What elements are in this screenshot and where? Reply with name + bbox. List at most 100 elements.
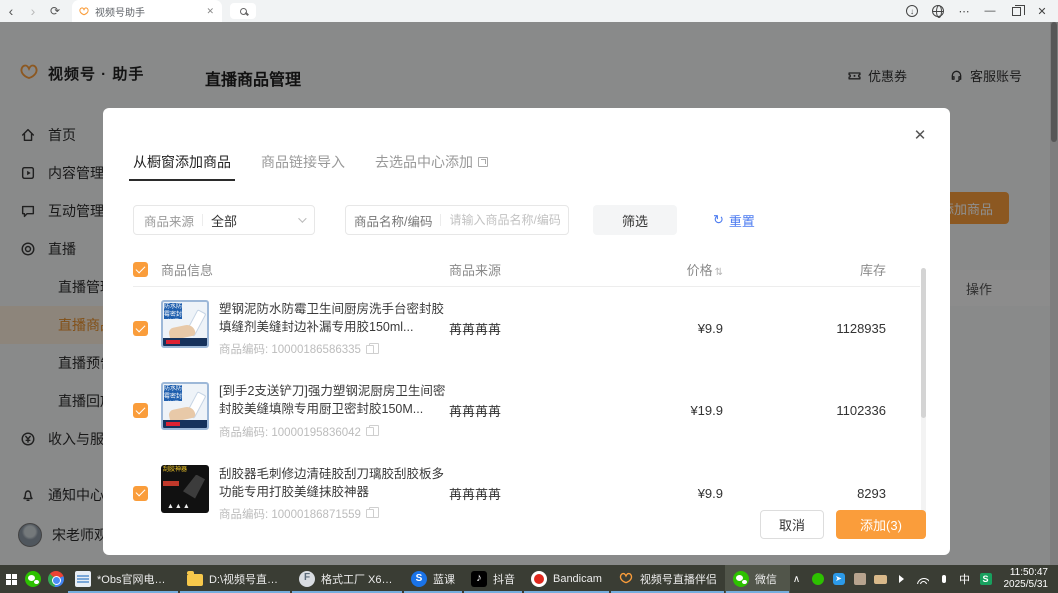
search-input[interactable] — [449, 213, 560, 227]
col-product-info: 商品信息 — [161, 260, 449, 279]
row-checkbox[interactable] — [133, 486, 148, 501]
table-row[interactable]: 防水防霉密封补漏 [到手2支送铲刀]强力塑钢泥厨房卫生间密封胶美缝填隙专用厨卫密… — [133, 369, 920, 451]
product-source: 苒苒苒苒 — [449, 484, 599, 503]
product-price: ¥19.9 — [599, 403, 723, 418]
product-name-search[interactable]: 商品名称/编码 — [345, 205, 569, 235]
table-row[interactable]: 防水防霉密封补漏 塑钢泥防水防霉卫生间厨房洗手台密封胶填缝剂美缝封边补漏专用胶1… — [133, 287, 920, 369]
douyin-icon: ♪ — [471, 571, 487, 587]
ime-indicator[interactable]: 中 — [958, 572, 972, 586]
filter-row: 商品来源 全部 商品名称/编码 筛选 ↻ 重置 — [133, 205, 920, 235]
cancel-button[interactable]: 取消 — [760, 510, 824, 539]
browser-tab[interactable]: 视频号助手 ✕ — [72, 0, 222, 22]
tab-go-selection-center[interactable]: 去选品中心添加 — [375, 152, 488, 181]
product-stock: 8293 — [723, 486, 920, 501]
product-image: 防水防霉密封补漏 — [161, 382, 209, 430]
product-image: 刮胶神器▲▲▲ — [161, 465, 209, 513]
tab-close-icon[interactable]: ✕ — [204, 6, 216, 17]
taskbar-clock[interactable]: 11:50:47 2025/5/31 — [1000, 567, 1053, 592]
volume-icon[interactable] — [895, 572, 909, 586]
reset-button[interactable]: ↻ 重置 — [713, 211, 755, 230]
folder-icon — [187, 574, 203, 586]
product-price: ¥9.9 — [599, 486, 723, 501]
filter-button[interactable]: 筛选 — [593, 205, 677, 235]
product-title: [到手2支送铲刀]强力塑钢泥厨房卫生间密封胶美缝填隙专用厨卫密封胶150M... — [219, 382, 449, 418]
browser-search-button[interactable] — [230, 3, 256, 19]
taskbar-app-format-factory[interactable]: 格式工厂 X64 ... — [291, 565, 403, 593]
product-title: 刮胶器毛刺修边清硅胶刮刀璃胶刮胶板多功能专用打胶美缝抹胶神器 — [219, 465, 449, 501]
restore-icon[interactable] — [1006, 1, 1026, 21]
copy-icon[interactable] — [366, 427, 374, 436]
taskbar-app-bandicam[interactable]: Bandicam — [523, 565, 610, 593]
close-window-icon[interactable]: ✕ — [1032, 1, 1052, 21]
tray-wechat-icon[interactable] — [811, 572, 825, 586]
format-factory-icon — [299, 571, 315, 587]
minimize-icon[interactable]: — — [980, 1, 1000, 21]
taskbar-app-channels-companion[interactable]: 视频号直播伴侣 — [610, 565, 725, 593]
forward-icon[interactable]: › — [22, 0, 44, 22]
table-header: 商品信息 商品来源 价格⇅ 库存 — [133, 253, 920, 287]
reload-icon[interactable]: ⟳ — [44, 0, 66, 22]
page: 视频号 · 助手 首页 内容管理 互动管理 直播 — [0, 22, 1058, 565]
taskbar-wechat-icon[interactable] — [22, 565, 44, 593]
add-product-modal: ✕ 从橱窗添加商品 商品链接导入 去选品中心添加 商品 — [103, 108, 950, 555]
product-code: 商品编码: 10000186586335 — [219, 341, 361, 357]
more-menu-icon[interactable]: ⋯ — [954, 1, 974, 21]
windows-logo-icon — [6, 574, 11, 579]
sort-icon: ⇅ — [715, 267, 723, 278]
tab-favicon-channels-icon — [78, 5, 90, 17]
copy-icon[interactable] — [366, 509, 374, 518]
screen: ‹ › ⟳ 视频号助手 ✕ ↓ ⋯ — ✕ 视频号 · 助手 — [0, 0, 1058, 593]
row-checkbox[interactable] — [133, 321, 148, 336]
product-source: 苒苒苒苒 — [449, 319, 599, 338]
chevron-down-icon — [298, 214, 306, 222]
notepad-icon — [75, 571, 91, 587]
search-icon — [240, 8, 247, 15]
tab-add-from-showcase[interactable]: 从橱窗添加商品 — [133, 152, 231, 181]
taskbar-app-douyin[interactable]: ♪ 抖音 — [463, 565, 523, 593]
select-all-checkbox[interactable] — [133, 262, 148, 277]
copy-icon[interactable] — [366, 345, 374, 354]
tray-expand-icon[interactable]: ∧ — [790, 572, 804, 586]
col-product-source: 商品来源 — [449, 260, 599, 279]
product-source: 苒苒苒苒 — [449, 401, 599, 420]
start-button[interactable] — [0, 565, 22, 593]
product-code: 商品编码: 10000195836042 — [219, 424, 361, 440]
confirm-add-button[interactable]: 添加(3) — [836, 510, 926, 539]
bandicam-icon — [531, 571, 547, 587]
product-stock: 1102336 — [723, 403, 920, 418]
taskbar-app-obs-notepad[interactable]: *Obs官网电脑... — [67, 565, 179, 593]
system-tray: ∧ ➤ 中 S 11:50:47 2025/5/31 — [790, 565, 1058, 593]
col-stock: 库存 — [723, 260, 920, 279]
back-icon[interactable]: ‹ — [0, 0, 22, 22]
tray-green-app-icon[interactable]: S — [979, 572, 993, 586]
tab-title: 视频号助手 — [95, 4, 204, 19]
clock-date: 2025/5/31 — [1004, 579, 1049, 592]
taskbar: *Obs官网电脑... D:\视频号直播... 格式工厂 X64 ... S 蓝… — [0, 565, 1058, 593]
refresh-icon: ↻ — [713, 212, 724, 228]
product-price: ¥9.9 — [599, 321, 723, 336]
tray-avatar-icon[interactable] — [853, 572, 867, 586]
col-price-sort[interactable]: 价格⇅ — [599, 260, 723, 279]
product-source-value: 全部 — [211, 211, 298, 230]
wechat-icon — [733, 571, 749, 587]
network-icon[interactable] — [916, 572, 930, 586]
browser-bar: ‹ › ⟳ 视频号助手 ✕ ↓ ⋯ — ✕ — [0, 0, 1058, 22]
product-image: 防水防霉密封补漏 — [161, 300, 209, 348]
product-source-select[interactable]: 商品来源 全部 — [133, 205, 315, 235]
taskbar-app-lanke[interactable]: S 蓝课 — [403, 565, 463, 593]
microphone-icon[interactable] — [937, 572, 951, 586]
tab-import-product-link[interactable]: 商品链接导入 — [261, 152, 345, 181]
taskbar-app-wechat-window[interactable]: 微信 — [725, 565, 790, 593]
modal-close-icon[interactable]: ✕ — [912, 128, 928, 144]
product-title: 塑钢泥防水防霉卫生间厨房洗手台密封胶填缝剂美缝封边补漏专用胶150ml... — [219, 300, 449, 336]
globe-icon[interactable] — [928, 1, 948, 21]
taskbar-chrome-icon[interactable] — [45, 565, 67, 593]
tray-card-icon[interactable] — [874, 572, 888, 586]
row-checkbox[interactable] — [133, 403, 148, 418]
modal-tabs: 从橱窗添加商品 商品链接导入 去选品中心添加 — [133, 108, 920, 181]
tray-messenger-icon[interactable]: ➤ — [832, 572, 846, 586]
taskbar-app-folder[interactable]: D:\视频号直播... — [179, 565, 291, 593]
external-link-icon — [478, 157, 488, 167]
download-icon[interactable]: ↓ — [902, 1, 922, 21]
modal-scrollbar[interactable] — [921, 268, 926, 520]
